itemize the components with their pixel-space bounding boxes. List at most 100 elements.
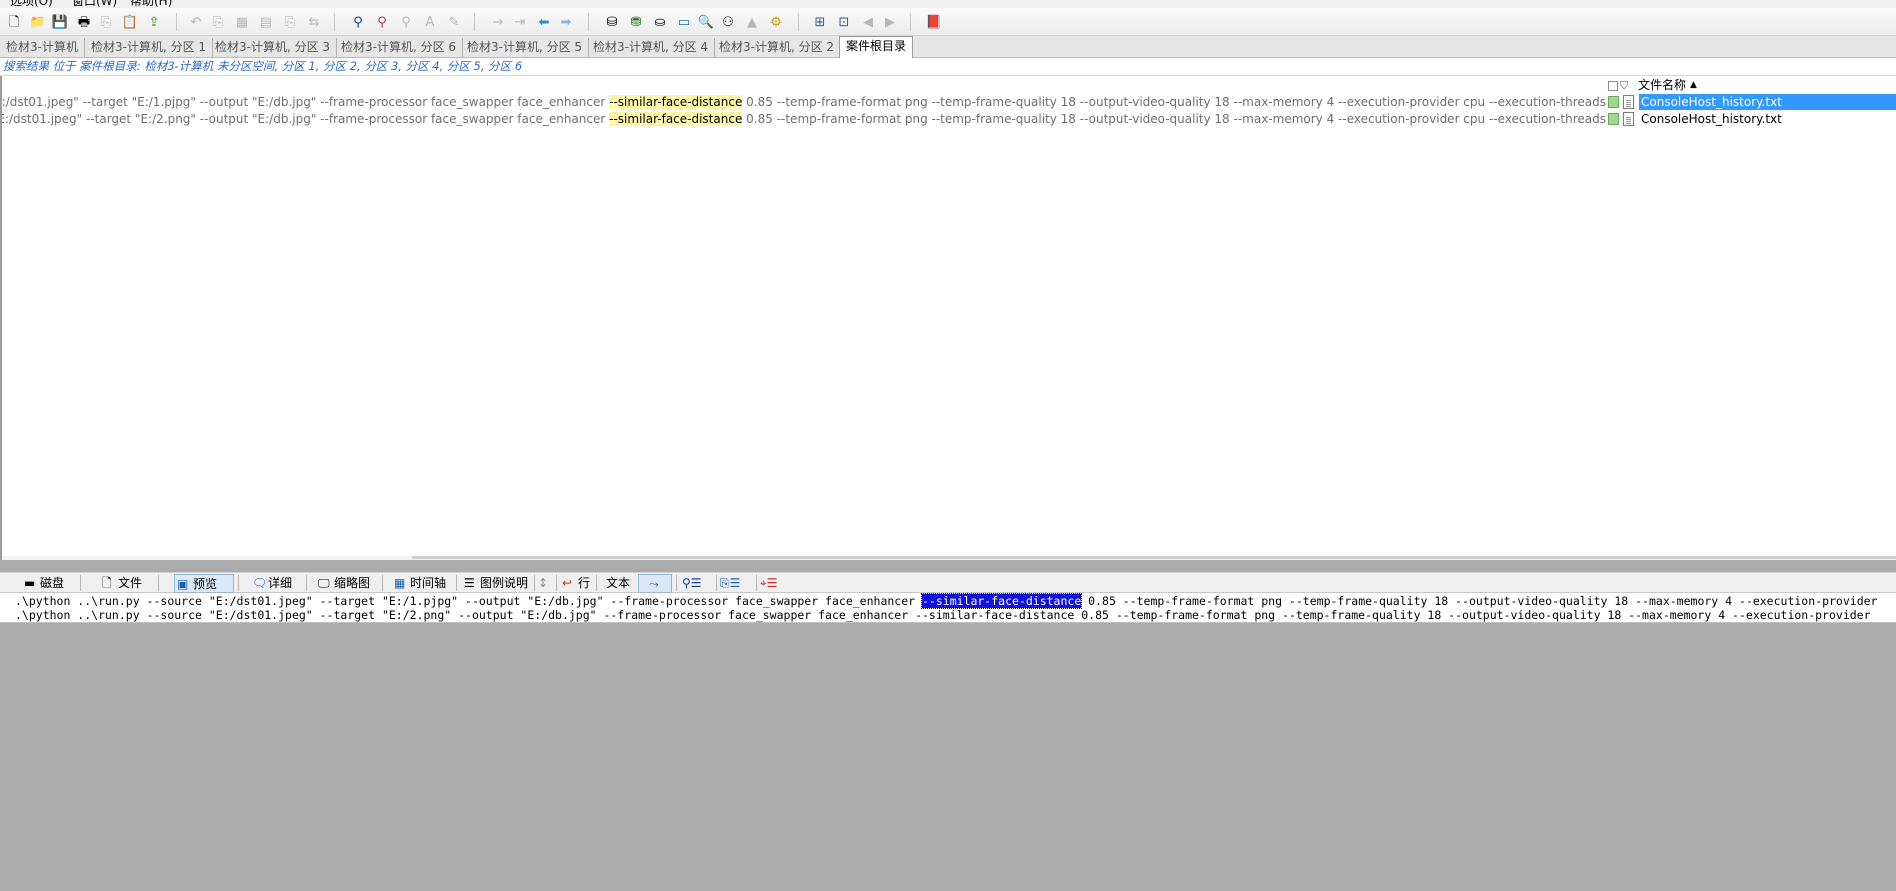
tab-partition-3[interactable]: 检材3-计算机, 分区 3 [209, 38, 338, 58]
select-all-checkbox[interactable] [1608, 81, 1618, 91]
document-icon [1623, 95, 1634, 109]
tab-legend[interactable]: ☰ 图例说明 [462, 574, 528, 593]
context-snippet: rce "E:/dst01.jpeg" --target "E:/2.png" … [0, 112, 1606, 126]
clipboard-icon[interactable]: 📋 [120, 12, 140, 32]
copy-icon: ⎘☰ [720, 576, 741, 590]
tab-sort[interactable]: ↕ [536, 574, 549, 593]
goto-icon[interactable]: → [488, 12, 508, 32]
nav-right-icon[interactable]: ▶ [880, 12, 900, 32]
tab-partition-5[interactable]: 检材3-计算机, 分区 5 [461, 38, 590, 58]
tab-preview[interactable]: ▣ 预览 [174, 574, 234, 593]
row-icon: ↩ [562, 576, 573, 590]
grid-icon[interactable]: ⊞ [810, 12, 830, 32]
calendar-icon: ▦ [394, 576, 406, 590]
monitor-icon[interactable]: ▭ [674, 12, 694, 32]
forward-icon[interactable]: ➡ [556, 12, 576, 32]
text-line: .\python ..\run.py --source "E:/dst01.jp… [15, 593, 1878, 609]
binoculars-icon[interactable]: ⚇ [718, 12, 738, 32]
tab-row[interactable]: ↩ 行 [560, 574, 590, 593]
sort-icon: ↕ [538, 576, 549, 590]
column-header-filename[interactable]: ⛉ 文件名称 ▲ [1606, 78, 1896, 94]
text-line: .\python ..\run.py --source "E:/dst01.jp… [15, 608, 1871, 622]
tab-copy[interactable]: ⎘☰ [718, 574, 740, 593]
open-icon[interactable]: 📁 [28, 12, 48, 32]
horizontal-scrollbar[interactable] [2, 556, 1896, 560]
tab-file[interactable]: 🗋 文件 [100, 574, 142, 593]
search-hit-selected: --similar-face-distance [920, 593, 1083, 609]
case-tab-bar: 检材3-计算机 检材3-计算机, 分区 1 检材3-计算机, 分区 3 检材3-… [0, 36, 1896, 59]
context-snippet: rce "E:/dst01.jpeg" --target "E:/1.pjpg"… [0, 95, 1606, 109]
file-name[interactable]: ConsoleHost_history.txt [1639, 111, 1784, 127]
disk-icon[interactable]: ⛁ [602, 12, 622, 32]
settings-icon[interactable]: ⚙ [766, 12, 786, 32]
tab-wrap[interactable]: ⤳ [638, 574, 672, 593]
tab-thumbnails[interactable]: 🖵 缩略图 [316, 574, 370, 593]
grid2-icon[interactable]: ⊡ [834, 12, 854, 32]
search-results-list[interactable]: ⛉ 文件名称 ▲ rce "E:/dst01.jpeg" --target "E… [0, 76, 1896, 560]
tab-partition-1[interactable]: 检材3-计算机, 分区 1 [85, 38, 214, 58]
tab-search[interactable]: ⚲☰ [680, 574, 702, 593]
tab-target[interactable]: ⌖☰ [758, 574, 778, 593]
paste2-icon[interactable]: ⎘ [280, 12, 300, 32]
find-text-icon[interactable]: A [420, 12, 440, 32]
tab-timeline[interactable]: ▦ 时间轴 [392, 574, 446, 593]
tab-evidence[interactable]: 检材3-计算机 [0, 38, 85, 58]
zoom-icon[interactable]: 🔍 [696, 12, 716, 32]
tab-partition-4[interactable]: 检材3-计算机, 分区 4 [587, 38, 716, 58]
menu-window[interactable]: 窗口(W) [72, 0, 117, 8]
redo-icon[interactable]: ⎘ [208, 12, 228, 32]
back-icon[interactable]: ⬅ [534, 12, 554, 32]
find-icon[interactable]: ⚲ [348, 12, 368, 32]
find-prev-icon[interactable]: ⚲ [396, 12, 416, 32]
book-icon[interactable]: 📕 [924, 12, 944, 32]
menu-help[interactable]: 帮助(H) [130, 0, 172, 8]
goto-end-icon[interactable]: ⇥ [510, 12, 530, 32]
view-tab-bar: ▬ 磁盘 🗋 文件 ▣ 预览 🗨 详细 🖵 缩略图 ▦ 时间轴 ☰ 图例说明 ↕ ↩ 行 文本 … [0, 572, 1896, 593]
nav-left-icon[interactable]: ◀ [858, 12, 878, 32]
scrollbar-thumb[interactable] [412, 556, 1896, 559]
text-preview-pane[interactable]: .\python ..\run.py --source "E:/dst01.jp… [0, 593, 1896, 623]
menu-bar: 选项(O) 窗口(W) 帮助(H) [0, 0, 1896, 8]
tab-text[interactable]: 文本 [588, 574, 630, 593]
filter-icon[interactable]: ⛉ [1620, 78, 1628, 93]
binoculars-icon: ⚲☰ [682, 576, 702, 590]
toolbar: 🗋 📁 💾 🖶 ⎘ 📋 ⇪ ↶ ⎘ ▦ ▤ ⎘ ⇆ ⚲ ⚲ ⚲ A ✎ → ⇥ … [0, 8, 1896, 36]
export-icon[interactable]: ⇪ [144, 12, 164, 32]
disk-icon: ▬ [24, 576, 36, 590]
chart-icon[interactable]: ▲ [742, 12, 762, 32]
cut-icon[interactable]: ▦ [232, 12, 252, 32]
undo-icon[interactable]: ↶ [186, 12, 206, 32]
file-status-icon [1608, 96, 1619, 108]
file-name[interactable]: ConsoleHost_history.txt [1639, 94, 1896, 110]
table-row[interactable]: rce "E:/dst01.jpeg" --target "E:/2.png" … [2, 111, 1896, 128]
document-icon [1623, 112, 1634, 126]
table-row[interactable]: rce "E:/dst01.jpeg" --target "E:/1.pjpg"… [2, 94, 1896, 111]
new-icon[interactable]: 🗋 [4, 12, 24, 32]
tab-partition-2[interactable]: 检材3-计算机, 分区 2 [713, 38, 842, 58]
tab-case-root[interactable]: 案件根目录 [839, 36, 914, 59]
wrap-icon: ⤳ [649, 577, 659, 591]
find-next-icon[interactable]: ⚲ [372, 12, 392, 32]
file-icon: 🗋 [102, 576, 112, 590]
disk2-icon[interactable]: ⛀ [650, 12, 670, 32]
filter-icon[interactable]: ✎ [444, 12, 464, 32]
column-label: 文件名称 [1638, 78, 1687, 92]
menu-options[interactable]: 选项(O) [10, 0, 53, 8]
list-icon: ☰ [464, 576, 475, 590]
copy-icon[interactable]: ⎘ [96, 12, 116, 32]
add-disk-icon[interactable]: ⛃ [626, 12, 646, 32]
preview-icon: ▣ [177, 577, 189, 591]
thumbnails-icon: 🖵 [318, 576, 330, 590]
tab-disk[interactable]: ▬ 磁盘 [22, 574, 64, 593]
replace-icon[interactable]: ⇆ [304, 12, 324, 32]
tab-partition-6[interactable]: 检材3-计算机, 分区 6 [335, 38, 464, 58]
search-hit: --similar-face-distance [609, 112, 743, 126]
search-hit: --similar-face-distance [609, 95, 743, 109]
save-icon[interactable]: 💾 [50, 12, 70, 32]
file-status-icon [1608, 113, 1619, 125]
target-icon: ⌖☰ [760, 576, 778, 590]
print-icon[interactable]: 🖶 [74, 12, 94, 32]
app-window: 选项(O) 窗口(W) 帮助(H) 🗋 📁 💾 🖶 ⎘ 📋 ⇪ ↶ ⎘ ▦ ▤ … [0, 0, 1896, 891]
paste-icon[interactable]: ▤ [256, 12, 276, 32]
tab-details[interactable]: 🗨 详细 [250, 574, 292, 593]
